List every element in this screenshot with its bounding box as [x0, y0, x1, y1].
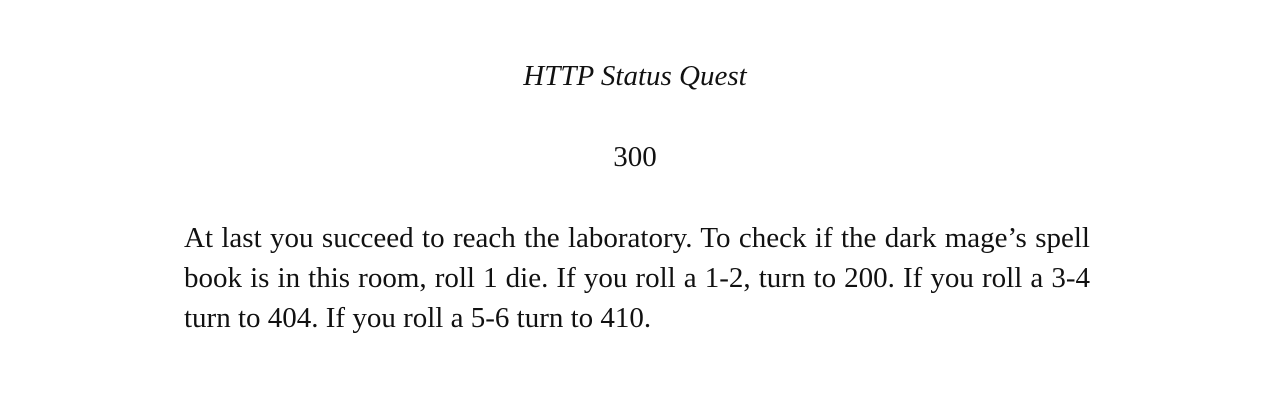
section-number: 300: [613, 141, 657, 173]
book-title: HTTP Status Quest: [523, 60, 747, 92]
book-page: HTTP Status Quest 300 At last you succee…: [0, 0, 1280, 400]
section-passage: At last you succeed to reach the laborat…: [184, 222, 1090, 334]
